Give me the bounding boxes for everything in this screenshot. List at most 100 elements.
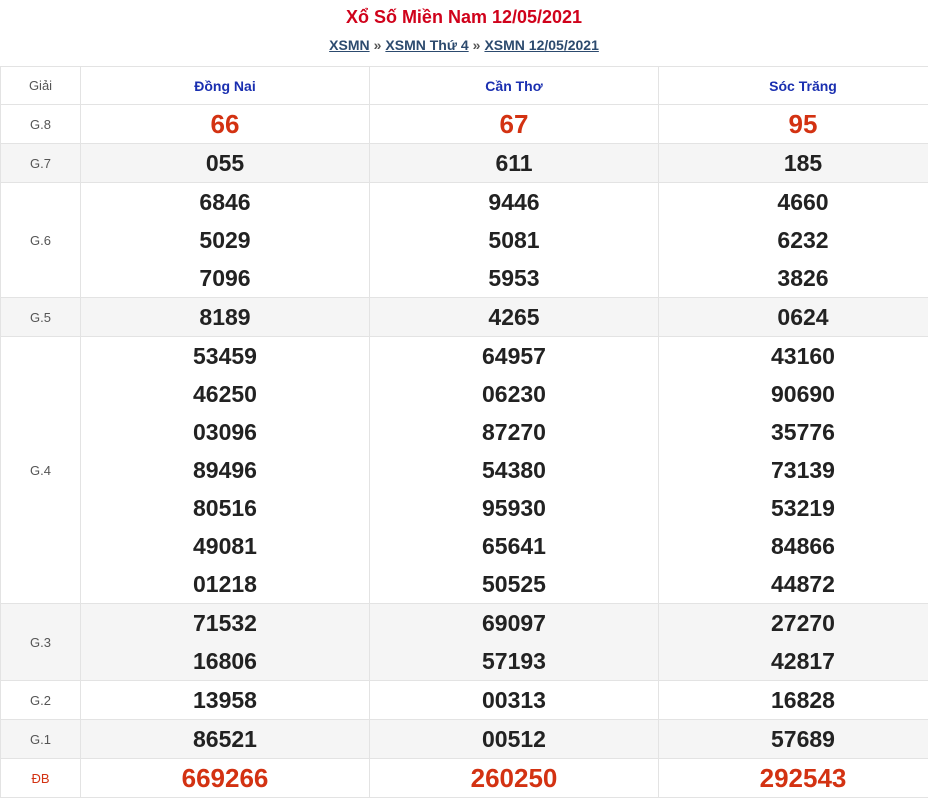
breadcrumb-separator: » [473, 37, 481, 53]
prize-number: 54380 [370, 451, 658, 489]
prize-number: 292543 [659, 759, 928, 797]
prize-number: 8189 [81, 298, 369, 336]
prize-cell: 53459462500309689496805164908101218 [81, 337, 370, 604]
prize-cell: 260250 [370, 759, 659, 798]
prize-cell: 185 [659, 144, 928, 183]
prize-number: 84866 [659, 527, 928, 565]
prize-label: G.6 [1, 183, 81, 298]
prize-number: 669266 [81, 759, 369, 797]
prize-cell: 67 [370, 105, 659, 144]
prize-cell: 055 [81, 144, 370, 183]
breadcrumb-link-xsmn-thu-4[interactable]: XSMN Thứ 4 [385, 37, 468, 53]
prize-number: 03096 [81, 413, 369, 451]
prize-number: 66 [81, 105, 369, 143]
prize-number: 90690 [659, 375, 928, 413]
prize-number: 69097 [370, 604, 658, 642]
prize-number: 87270 [370, 413, 658, 451]
prize-number: 06230 [370, 375, 658, 413]
breadcrumb-link-xsmn-date[interactable]: XSMN 12/05/2021 [484, 37, 598, 53]
prize-number: 50525 [370, 565, 658, 603]
prize-number: 95930 [370, 489, 658, 527]
column-header-prize: Giải [1, 67, 81, 105]
breadcrumb-separator: » [374, 37, 382, 53]
prize-label: G.2 [1, 681, 81, 720]
page-title: Xổ Số Miền Nam 12/05/2021 [0, 7, 928, 28]
prize-number: 611 [370, 144, 658, 182]
column-header-province: Cần Thơ [370, 67, 659, 105]
table-row: G.8666795 [1, 105, 928, 144]
prize-number: 3826 [659, 259, 928, 297]
prize-number: 0624 [659, 298, 928, 336]
prize-number: 44872 [659, 565, 928, 603]
prize-number: 53459 [81, 337, 369, 375]
prize-number: 00512 [370, 720, 658, 758]
prize-cell: 8189 [81, 298, 370, 337]
prize-number: 67 [370, 105, 658, 143]
prize-cell: 7153216806 [81, 604, 370, 681]
prize-number: 64957 [370, 337, 658, 375]
prize-number: 46250 [81, 375, 369, 413]
prize-number: 4660 [659, 183, 928, 221]
prize-number: 260250 [370, 759, 658, 797]
prize-cell: 2727042817 [659, 604, 928, 681]
table-row: G.6684650297096944650815953466062323826 [1, 183, 928, 298]
prize-number: 6232 [659, 221, 928, 259]
prize-number: 73139 [659, 451, 928, 489]
prize-number: 27270 [659, 604, 928, 642]
prize-number: 53219 [659, 489, 928, 527]
page-header: Xổ Số Miền Nam 12/05/2021 XSMN»XSMN Thứ … [0, 0, 928, 66]
prize-label: G.1 [1, 720, 81, 759]
prize-number: 185 [659, 144, 928, 182]
prize-cell: 0624 [659, 298, 928, 337]
table-row: G.3715321680669097571932727042817 [1, 604, 928, 681]
prize-cell: 6909757193 [370, 604, 659, 681]
table-row: G.7055611185 [1, 144, 928, 183]
prize-number: 16828 [659, 681, 928, 719]
table-row: G.5818942650624 [1, 298, 928, 337]
prize-label: G.3 [1, 604, 81, 681]
prize-cell: 292543 [659, 759, 928, 798]
prize-number: 6846 [81, 183, 369, 221]
prize-number: 42817 [659, 642, 928, 680]
prize-cell: 669266 [81, 759, 370, 798]
prize-label: G.4 [1, 337, 81, 604]
prize-cell: 16828 [659, 681, 928, 720]
column-header-province: Sóc Trăng [659, 67, 928, 105]
prize-number: 01218 [81, 565, 369, 603]
prize-cell: 64957062308727054380959306564150525 [370, 337, 659, 604]
prize-number: 35776 [659, 413, 928, 451]
prize-label: G.5 [1, 298, 81, 337]
prize-number: 5081 [370, 221, 658, 259]
prize-cell: 00313 [370, 681, 659, 720]
prize-cell: 466062323826 [659, 183, 928, 298]
column-header-province: Đồng Nai [81, 67, 370, 105]
prize-cell: 13958 [81, 681, 370, 720]
prize-number: 13958 [81, 681, 369, 719]
table-row: G.2139580031316828 [1, 681, 928, 720]
table-row: ĐB669266260250292543 [1, 759, 928, 798]
breadcrumb-link-xsmn[interactable]: XSMN [329, 37, 369, 53]
prize-number: 7096 [81, 259, 369, 297]
prize-number: 16806 [81, 642, 369, 680]
prize-number: 95 [659, 105, 928, 143]
prize-number: 65641 [370, 527, 658, 565]
prize-cell: 00512 [370, 720, 659, 759]
prize-number: 49081 [81, 527, 369, 565]
prize-cell: 57689 [659, 720, 928, 759]
results-table: Giải Đồng Nai Cần Thơ Sóc Trăng G.866679… [0, 66, 928, 798]
prize-cell: 611 [370, 144, 659, 183]
prize-number: 57689 [659, 720, 928, 758]
prize-cell: 43160906903577673139532198486644872 [659, 337, 928, 604]
results-body: G.8666795G.7055611185G.66846502970969446… [1, 105, 928, 798]
prize-number: 4265 [370, 298, 658, 336]
prize-number: 5029 [81, 221, 369, 259]
prize-number: 00313 [370, 681, 658, 719]
prize-number: 5953 [370, 259, 658, 297]
table-row: G.1865210051257689 [1, 720, 928, 759]
prize-number: 86521 [81, 720, 369, 758]
prize-cell: 66 [81, 105, 370, 144]
prize-cell: 86521 [81, 720, 370, 759]
prize-cell: 4265 [370, 298, 659, 337]
prize-number: 80516 [81, 489, 369, 527]
prize-cell: 95 [659, 105, 928, 144]
